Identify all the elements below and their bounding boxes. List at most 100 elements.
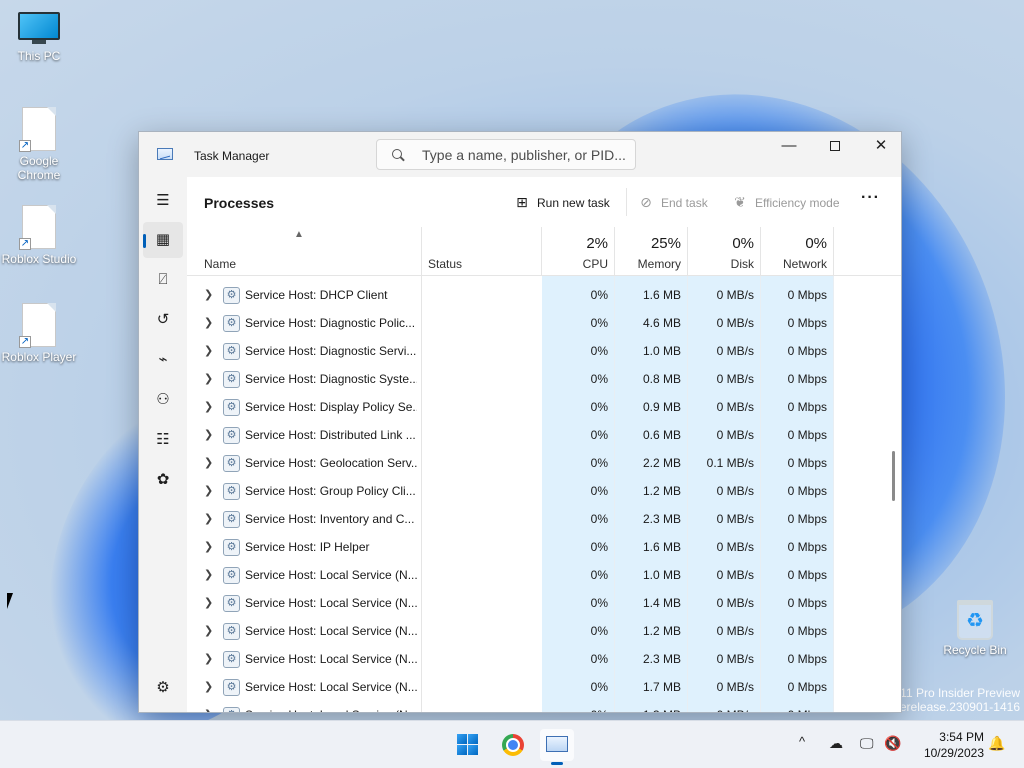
minimize-button[interactable]: —	[766, 132, 812, 162]
sidebar-item-startup-apps[interactable]: ⌁	[143, 342, 183, 378]
memory-value: 1.0 MB	[642, 568, 681, 582]
expand-chevron-icon[interactable]: ❯	[204, 645, 214, 673]
service-gear-icon: ⚙	[223, 679, 240, 696]
column-header-memory[interactable]: 25% Memory	[615, 227, 688, 276]
maximize-icon	[830, 141, 840, 151]
disk-value: 0 MB/s	[716, 428, 754, 442]
expand-chevron-icon[interactable]: ❯	[204, 393, 214, 421]
desktop-icon-google-chrome[interactable]: ↗ Google Chrome	[1, 107, 77, 182]
column-header-network[interactable]: 0% Network	[761, 227, 834, 276]
service-gear-icon: ⚙	[223, 399, 240, 416]
memory-value: 0.9 MB	[642, 400, 681, 414]
expand-chevron-icon[interactable]: ❯	[204, 589, 214, 617]
search-input[interactable]	[422, 146, 627, 164]
hamburger-menu-button[interactable]: ☰	[143, 183, 183, 219]
efficiency-mode-button[interactable]: ❦ Efficiency mode	[731, 193, 839, 213]
table-row[interactable]: ❯ ⚙ Service Host: Diagnostic Servi... 0% 1.0…	[187, 337, 901, 365]
run-new-task-button[interactable]: ⊞ Run new task	[513, 193, 610, 213]
table-row[interactable]: ❯ ⚙ Service Host: IP Helper 0% 1.6 MB 0 MB/s 0…	[187, 533, 901, 561]
mouse-cursor-icon	[7, 593, 19, 609]
disk-total: 0%	[732, 235, 754, 252]
volume-muted-icon[interactable]: 🔇	[884, 735, 901, 752]
service-gear-icon: ⚙	[223, 287, 240, 304]
expand-chevron-icon[interactable]: ❯	[204, 477, 214, 505]
expand-chevron-icon[interactable]: ❯	[204, 505, 214, 533]
desktop-icon-roblox-player[interactable]: ↗ Roblox Player	[1, 303, 77, 364]
expand-chevron-icon[interactable]: ❯	[204, 449, 214, 477]
column-header-status[interactable]: Status	[422, 227, 542, 276]
expand-chevron-icon[interactable]: ❯	[204, 421, 214, 449]
network-value: 0 Mbps	[787, 316, 827, 330]
title-bar[interactable]: Task Manager — ✕	[139, 132, 901, 177]
sidebar-item-services[interactable]: ✿	[143, 462, 183, 498]
table-row[interactable]: ❯ ⚙ Service Host: Group Policy Cli... 0% 1.2…	[187, 477, 901, 505]
maximize-button[interactable]	[812, 132, 858, 162]
cpu-value: 0%	[590, 484, 608, 498]
expand-chevron-icon[interactable]: ❯	[204, 337, 214, 365]
start-button[interactable]	[452, 729, 486, 761]
monitor-icon	[18, 12, 60, 46]
network-icon[interactable]: 🖵	[860, 735, 874, 752]
memory-value: 1.0 MB	[642, 344, 681, 358]
memory-value: 1.2 MB	[642, 484, 681, 498]
show-hidden-icons-chevron-icon[interactable]: ^	[799, 734, 805, 749]
network-value: 0 Mbps	[787, 344, 827, 358]
taskbar: ^ ☁ 🖵 🔇 3:54 PM 10/29/2023 🔔	[0, 720, 1024, 768]
expand-chevron-icon[interactable]: ❯	[204, 673, 214, 701]
onedrive-cloud-icon[interactable]: ☁	[829, 735, 843, 752]
memory-value: 1.6 MB	[642, 288, 681, 302]
window-title: Task Manager	[194, 149, 270, 163]
sidebar-item-performance[interactable]: ⍁	[143, 262, 183, 298]
sidebar-item-users[interactable]: ⚇	[143, 382, 183, 418]
chrome-icon	[502, 734, 524, 756]
network-value: 0 Mbps	[787, 624, 827, 638]
expand-chevron-icon[interactable]: ❯	[204, 617, 214, 645]
table-row[interactable]: ❯ ⚙ Service Host: Local Service (N... 0% 2.3…	[187, 645, 901, 673]
table-row[interactable]: ❯ ⚙ Service Host: Geolocation Serv... 0% 2.2…	[187, 449, 901, 477]
expand-chevron-icon[interactable]: ❯	[204, 701, 214, 712]
desktop-icon-this-pc[interactable]: This PC	[1, 12, 77, 63]
table-row[interactable]: ❯ ⚙ Service Host: Local Service (N... 0% 1.7…	[187, 673, 901, 701]
expand-chevron-icon[interactable]: ❯	[204, 365, 214, 393]
column-header-disk[interactable]: 0% Disk	[688, 227, 761, 276]
network-value: 0 Mbps	[787, 540, 827, 554]
search-box[interactable]	[376, 139, 636, 170]
expand-chevron-icon[interactable]: ❯	[204, 309, 214, 337]
service-gear-icon: ⚙	[223, 539, 240, 556]
sidebar-item-processes[interactable]: ▦	[143, 222, 183, 258]
cpu-value: 0%	[590, 540, 608, 554]
table-row[interactable]: ❯ ⚙ Service Host: Diagnostic Syste... 0% 0.8…	[187, 365, 901, 393]
sidebar-item-app-history[interactable]: ↺	[143, 302, 183, 338]
table-row[interactable]: ❯ ⚙ Service Host: DHCP Client 0% 1.6 MB 0 MB/…	[187, 281, 901, 309]
table-row[interactable]: ❯ ⚙ Service Host: Display Policy Se... 0% 0.…	[187, 393, 901, 421]
sidebar-item-settings[interactable]: ⚙	[143, 670, 183, 706]
table-row[interactable]: ❯ ⚙ Service Host: Local Service (N... 0% 1.0…	[187, 561, 901, 589]
close-button[interactable]: ✕	[858, 132, 901, 162]
table-row[interactable]: ❯ ⚙ Service Host: Distributed Link ... 0% 0.…	[187, 421, 901, 449]
table-row[interactable]: ❯ ⚙ Service Host: Diagnostic Polic... 0% 4.6…	[187, 309, 901, 337]
expand-chevron-icon[interactable]: ❯	[204, 561, 214, 589]
notification-bell-icon[interactable]: 🔔	[988, 735, 1005, 752]
cpu-value: 0%	[590, 512, 608, 526]
clock[interactable]: 3:54 PM 10/29/2023	[918, 729, 984, 761]
expand-chevron-icon[interactable]: ❯	[204, 533, 214, 561]
table-row[interactable]: ❯ ⚙ Service Host: Local Service (N... 0% 1.4…	[187, 589, 901, 617]
leaf-icon: ❦	[734, 194, 746, 210]
more-options-button[interactable]: ···	[861, 189, 880, 207]
taskbar-task-manager[interactable]	[540, 729, 574, 765]
desktop-icon-roblox-studio[interactable]: ↗ Roblox Studio	[1, 205, 77, 266]
expand-chevron-icon[interactable]: ❯	[204, 281, 214, 309]
history-icon: ↺	[156, 311, 170, 328]
table-row[interactable]: ❯ ⚙ Service Host: Local Service (N... 0% 1.2…	[187, 617, 901, 645]
table-row[interactable]: ❯ ⚙ Service Host: Local Service (N... 0% 1.3…	[187, 701, 901, 712]
column-header-name[interactable]: ▲ Name	[187, 227, 422, 276]
column-header-cpu[interactable]: 2% CPU	[542, 227, 615, 276]
network-value: 0 Mbps	[787, 288, 827, 302]
sidebar-item-details[interactable]: ☷	[143, 422, 183, 458]
taskbar-chrome[interactable]	[496, 729, 530, 761]
run-task-icon: ⊞	[516, 194, 528, 210]
toolbar: Processes ⊞ Run new task ⊘ End task ❦ Effic…	[187, 177, 901, 227]
desktop-icon-recycle-bin[interactable]: ♻ Recycle Bin	[937, 600, 1013, 657]
table-row[interactable]: ❯ ⚙ Service Host: Inventory and C... 0% 2.3 …	[187, 505, 901, 533]
end-task-button[interactable]: ⊘ End task	[637, 193, 708, 213]
